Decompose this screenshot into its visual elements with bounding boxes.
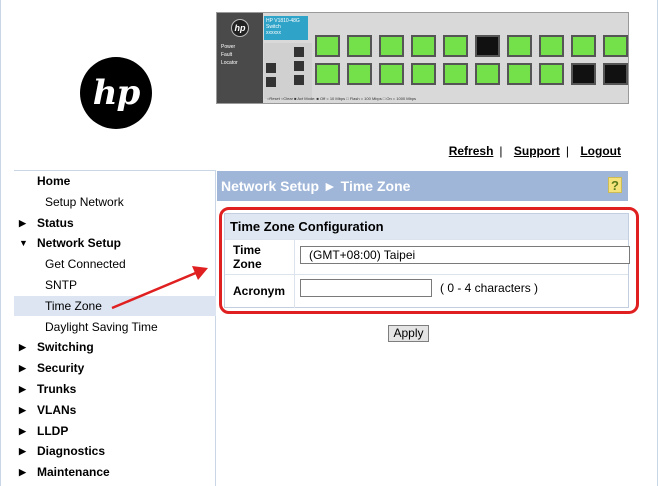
help-icon[interactable]: ?	[608, 177, 622, 193]
switch-port	[507, 35, 532, 57]
sidebar-item-setup-network[interactable]: Setup Network	[14, 192, 216, 212]
sidebar-item-trunks[interactable]: ▶ Trunks	[14, 379, 216, 399]
sidebar-item-network-setup[interactable]: ▼ Network Setup	[14, 233, 216, 253]
sidebar-item-time-zone[interactable]: Time Zone	[14, 295, 216, 316]
switch-port	[443, 63, 468, 85]
sidebar-item-maintenance[interactable]: ▶ Maintenance	[14, 462, 216, 482]
mode-spd-led	[294, 75, 304, 85]
sidebar-item-label: Daylight Saving Time	[45, 319, 158, 334]
apply-button[interactable]: Apply	[388, 325, 429, 342]
switch-mode-area	[264, 43, 312, 99]
switch-model-label: HP V1810-48G Switch xxxxxx	[264, 16, 308, 40]
sidebar-item-label: Diagnostics	[37, 444, 106, 459]
mode-test-led	[266, 77, 276, 87]
sidebar-item-status[interactable]: ▶ Status	[14, 213, 216, 233]
switch-port	[603, 63, 628, 85]
switch-status-leds: Power Fault Locator	[221, 44, 238, 66]
switch-port	[315, 63, 340, 85]
switch-port	[507, 63, 532, 85]
sidebar-item-switching[interactable]: ▶ Switching	[14, 337, 216, 357]
switch-port	[475, 35, 500, 57]
sidebar-item-label: Get Connected	[45, 257, 126, 272]
sidebar-item-label: Network Setup	[37, 236, 122, 251]
mode-fan-led	[266, 63, 276, 73]
switch-port	[379, 35, 404, 57]
sidebar-item-label: Time Zone	[45, 298, 102, 313]
switch-port	[347, 63, 372, 85]
switch-port	[539, 35, 564, 57]
switch-port	[571, 63, 596, 85]
switch-port	[475, 63, 500, 85]
collapsed-arrow-icon: ▶	[19, 217, 26, 228]
mode-act-led	[294, 47, 304, 57]
sidebar-item-label: SNTP	[45, 278, 78, 292]
top-links: Refresh | Support | Logout	[448, 144, 621, 158]
hp-logo: hp	[80, 57, 152, 129]
switch-port	[443, 35, 468, 57]
highlight-annotation	[219, 207, 639, 314]
switch-port	[315, 35, 340, 57]
expanded-arrow-icon: ▼	[19, 238, 28, 249]
collapsed-arrow-icon: ▶	[19, 425, 26, 436]
sidebar-item-label: Status	[37, 215, 74, 230]
switch-front-panel: hp Power Fault Locator HP V1810-48G Switch x…	[216, 12, 629, 104]
page-title-banner: Network Setup ► Time Zone ?	[217, 171, 628, 201]
switch-port	[347, 35, 372, 57]
sidebar-item-label: Switching	[37, 340, 94, 355]
refresh-link[interactable]: Refresh	[449, 144, 494, 158]
logout-link[interactable]: Logout	[580, 144, 621, 158]
switch-port	[571, 35, 596, 57]
support-link[interactable]: Support	[514, 144, 560, 158]
switch-footer-legend: ○Reset ○Clear ■ Act Mode: ■ Off = 10 Mbp…	[267, 96, 417, 101]
switch-port	[603, 35, 628, 57]
collapsed-arrow-icon: ▶	[19, 384, 26, 394]
sidebar-item-get-connected[interactable]: Get Connected	[14, 254, 216, 274]
collapsed-arrow-icon: ▶	[19, 363, 26, 374]
mode-fdx-led	[294, 61, 304, 71]
switch-port	[379, 63, 404, 85]
sidebar-item-lldp[interactable]: ▶ LLDP	[14, 421, 216, 441]
switch-port	[411, 35, 436, 57]
collapsed-arrow-icon: ▶	[19, 342, 26, 353]
sidebar-item-label: Trunks	[37, 382, 77, 396]
sidebar-item-label: Home	[37, 174, 71, 188]
sidebar-item-home[interactable]: Home	[14, 171, 216, 191]
sidebar-item-daylight-saving-time[interactable]: Daylight Saving Time	[14, 317, 216, 337]
switch-port	[411, 63, 436, 85]
page-title: Network Setup ► Time Zone	[221, 178, 411, 194]
switch-port	[539, 63, 564, 85]
sidebar-item-diagnostics[interactable]: ▶ Diagnostics	[14, 441, 216, 461]
sidebar-item-sntp[interactable]: SNTP	[14, 275, 216, 295]
sidebar-item-label: Security	[37, 361, 85, 376]
collapsed-arrow-icon: ▶	[19, 467, 26, 478]
collapsed-arrow-icon: ▶	[19, 404, 26, 415]
sidebar-item-label: Setup Network	[45, 194, 124, 209]
sidebar-item-security[interactable]: ▶ Security	[14, 358, 216, 378]
sidebar-item-label: Maintenance	[37, 465, 110, 480]
switch-hp-badge: hp	[231, 19, 249, 37]
collapsed-arrow-icon: ▶	[19, 446, 26, 457]
sidebar-item-vlans[interactable]: ▶ VLANs	[14, 400, 216, 420]
sidebar-item-label: LLDP	[37, 423, 69, 438]
switch-left-panel: hp Power Fault Locator	[217, 13, 263, 103]
sidebar-item-label: VLANs	[37, 402, 77, 417]
sidebar-nav: Home Setup Network ▶ Status ▼ Network Setup Ge…	[14, 170, 216, 486]
